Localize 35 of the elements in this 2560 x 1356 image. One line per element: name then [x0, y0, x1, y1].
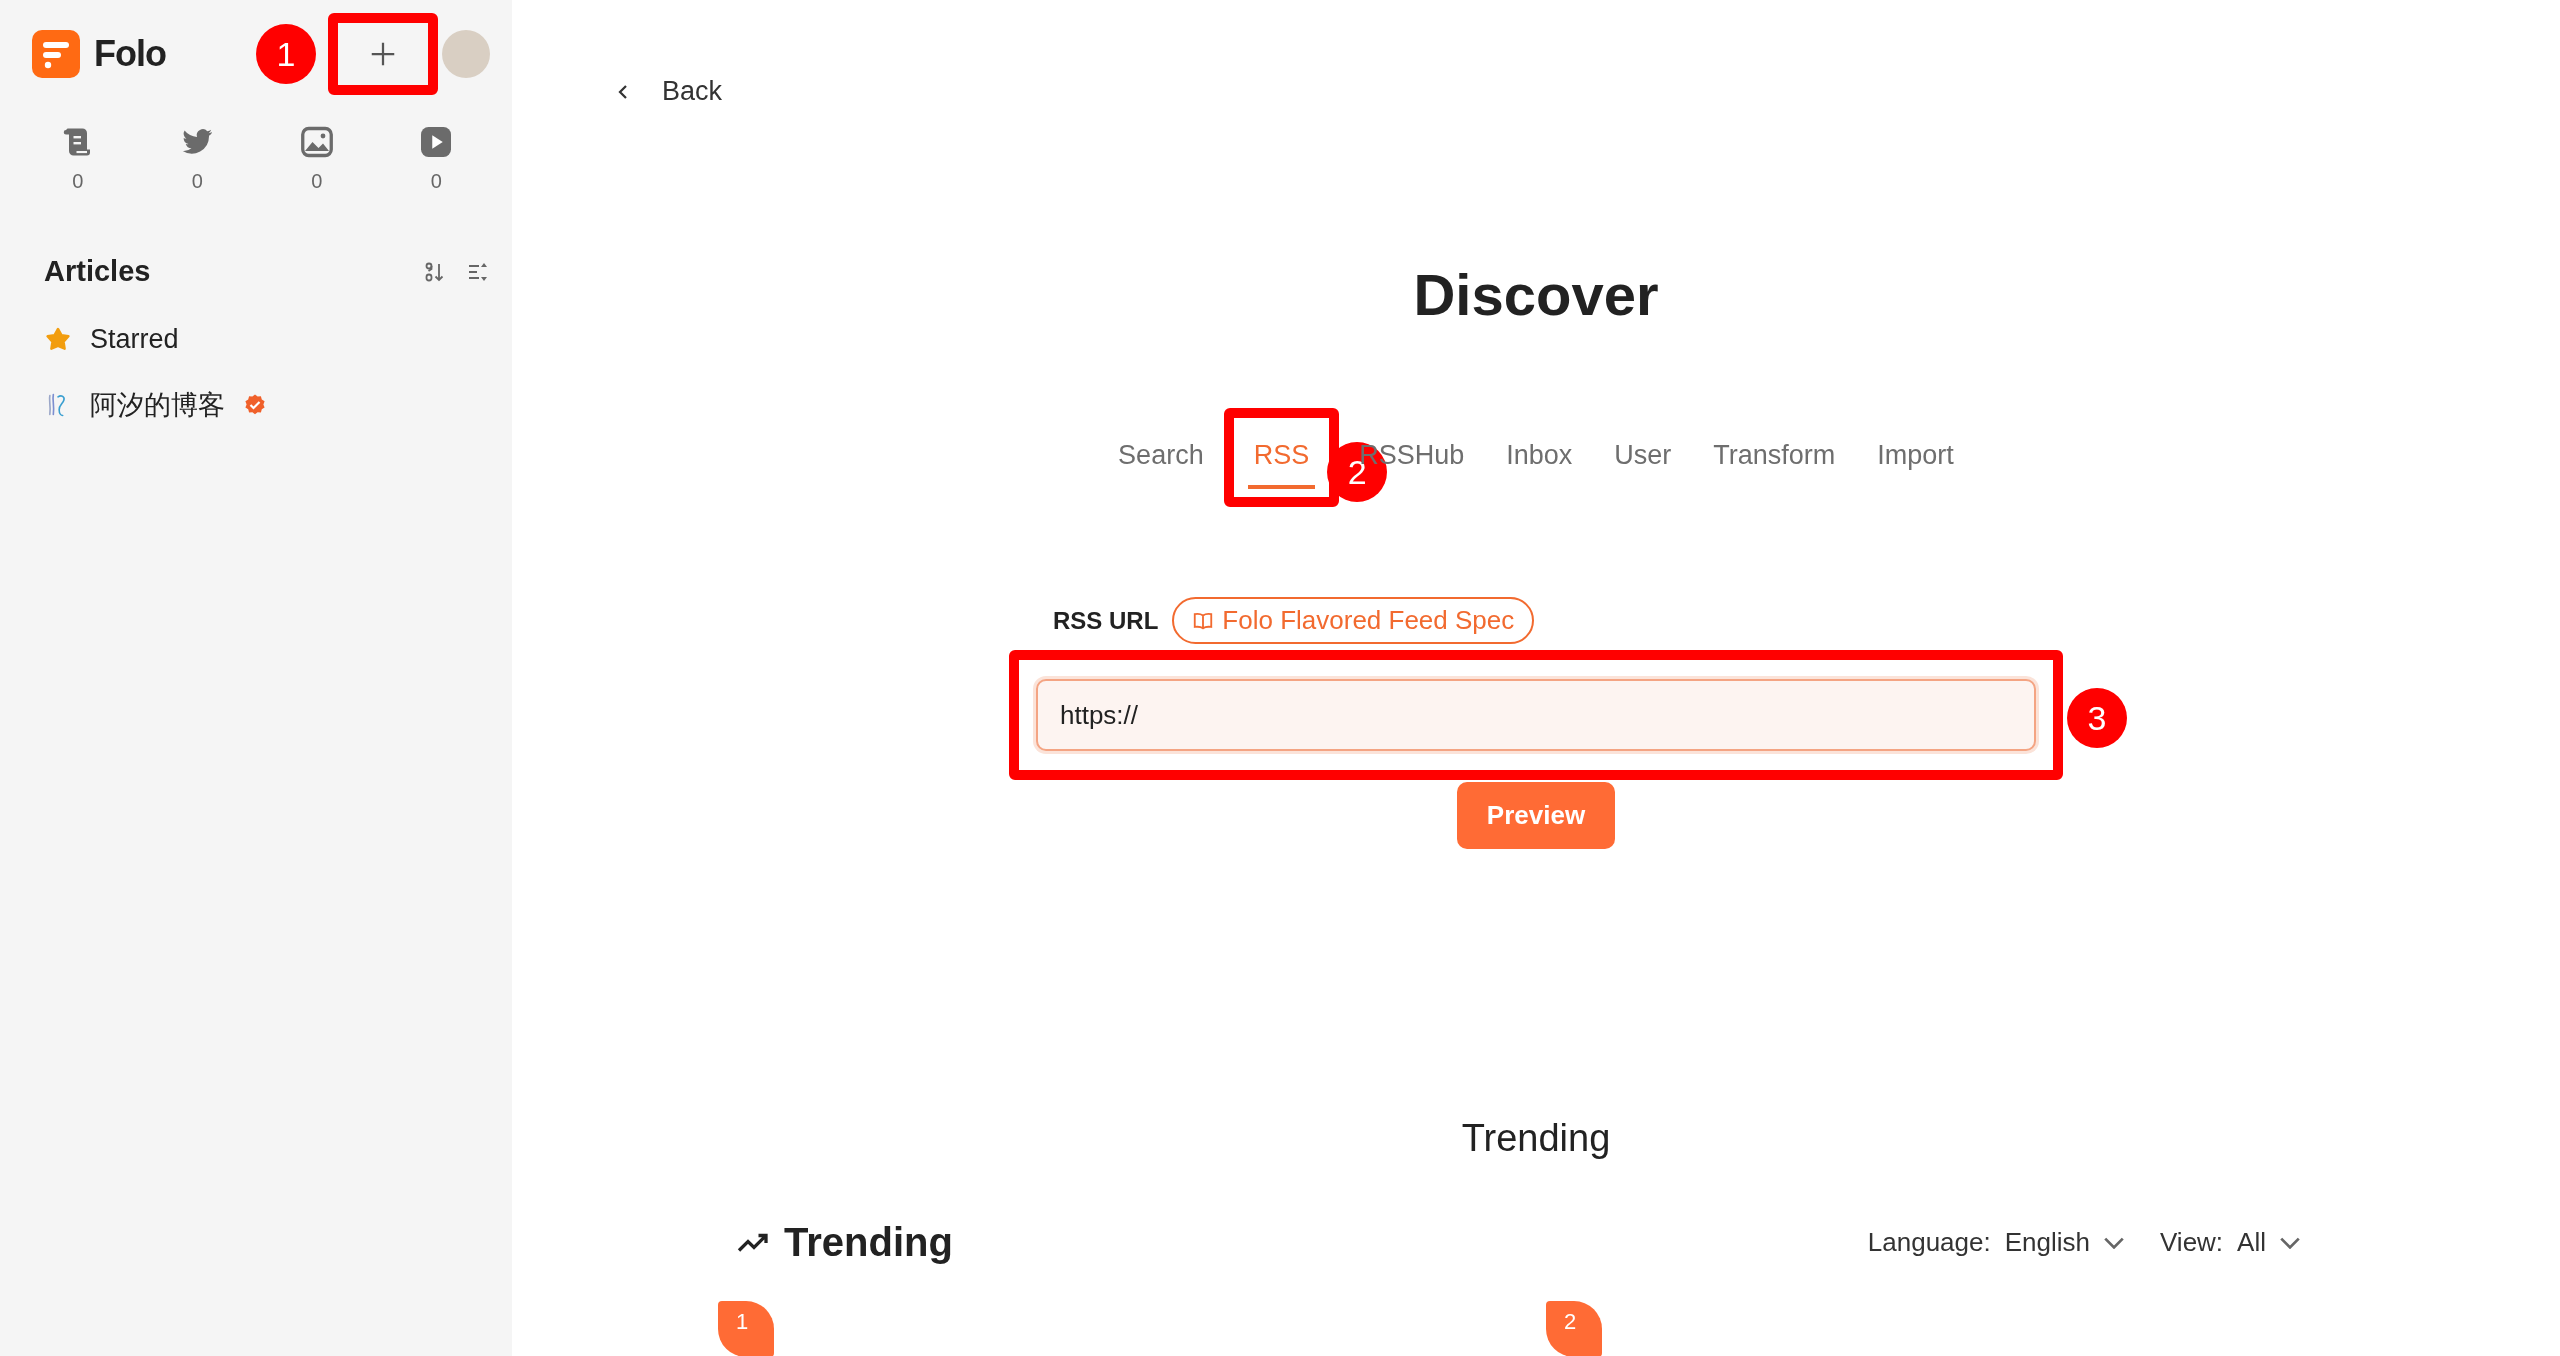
- section-title: Trending: [1461, 1117, 1611, 1160]
- back-button[interactable]: Back: [610, 72, 727, 111]
- trending-heading: Trending: [784, 1220, 953, 1265]
- filter-label: Language:: [1867, 1227, 1991, 1258]
- unread-count: 0: [191, 170, 203, 193]
- unread-count: 0: [72, 170, 84, 193]
- field-label: RSS URL: [1053, 606, 1159, 635]
- url-field[interactable]: https://: [1036, 679, 2036, 751]
- tab[interactable]: Search: [1112, 426, 1210, 489]
- feed-title[interactable]: 阿汐的博客: [90, 387, 225, 423]
- language-select[interactable]: English: [1998, 1226, 2130, 1259]
- verified-icon: [243, 393, 267, 417]
- tab[interactable]: RSS: [1247, 426, 1316, 489]
- feed-title[interactable]: Starred: [90, 324, 179, 355]
- step-marker: 1: [256, 24, 316, 84]
- chevron-down-icon: [2280, 1236, 2300, 1249]
- logo-icon: [32, 30, 80, 78]
- rank-badge: 2: [1546, 1301, 1602, 1356]
- unread-count: 0: [311, 170, 323, 193]
- app-name: Folo: [94, 33, 166, 75]
- rank-badge: 1: [718, 1301, 774, 1356]
- chevron-down-icon: [2104, 1236, 2124, 1249]
- section-title: Articles: [44, 255, 151, 288]
- preview-button[interactable]: Preview: [1456, 782, 1616, 849]
- filter-label: View:: [2160, 1227, 2224, 1258]
- spec-link[interactable]: Folo Flavored Feed Spec: [1172, 597, 1535, 644]
- image-icon: [298, 124, 335, 160]
- view-select[interactable]: All: [2231, 1226, 2306, 1259]
- tab[interactable]: Import: [1871, 426, 1960, 489]
- step-marker: 3: [2067, 688, 2127, 748]
- unread-count: 0: [430, 170, 442, 193]
- tab[interactable]: User: [1608, 426, 1678, 489]
- tab[interactable]: Transform: [1707, 426, 1842, 489]
- page-title: Discover: [1413, 261, 1659, 328]
- tab[interactable]: Inbox: [1500, 426, 1579, 489]
